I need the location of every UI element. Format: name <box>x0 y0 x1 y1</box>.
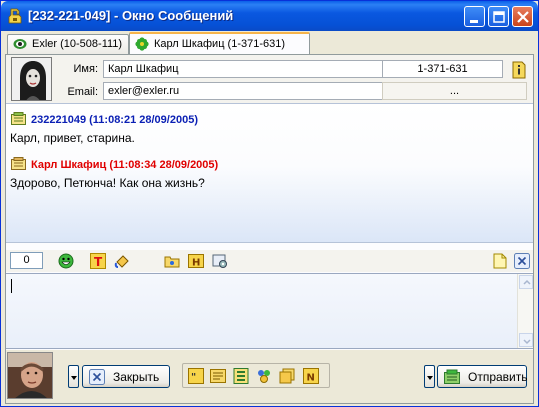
chevron-down-icon <box>523 339 531 345</box>
text-color-icon[interactable]: T <box>90 253 106 269</box>
message-text: Здорово, Петюнча! Как она жизнь? <box>10 176 205 190</box>
note-icon[interactable] <box>492 253 508 269</box>
tab-exler[interactable]: Exler (10-508-111) <box>7 34 129 54</box>
user-photo[interactable] <box>7 352 53 399</box>
quote-icon[interactable]: " <box>188 368 204 384</box>
message-header: Карл Шкафиц (11:08:34 28/09/2005) <box>11 157 218 171</box>
name-field[interactable]: Карл Шкафиц <box>103 60 383 78</box>
message-header: 232221049 (11:08:21 28/09/2005) <box>11 112 198 126</box>
send-icon <box>444 369 460 385</box>
message-icon <box>11 157 26 170</box>
app-icon <box>8 8 22 24</box>
book-icon[interactable] <box>279 368 295 384</box>
scroll-up-button[interactable] <box>519 275 533 289</box>
minimize-button[interactable] <box>464 6 485 27</box>
note-n-icon[interactable]: N <box>303 368 319 384</box>
close-window-button[interactable] <box>512 6 533 27</box>
name-label: Имя: <box>73 63 98 75</box>
email-field[interactable]: exler@exler.ru <box>103 82 383 100</box>
contact-info: Имя: Карл Шкафиц 1-371-631 Email: exler@… <box>6 55 533 103</box>
title-bar[interactable]: [232-221-049] - Окно Сообщений <box>1 1 538 31</box>
flower-icon <box>135 37 149 51</box>
close-small-icon[interactable] <box>514 253 530 269</box>
smiley-icon[interactable] <box>58 253 74 269</box>
send-button[interactable]: Отправить <box>437 365 528 388</box>
info-icon[interactable] <box>511 61 527 79</box>
message-text: Карл, привет, старина. <box>10 131 135 145</box>
svg-text:H: H <box>192 258 200 269</box>
window-title: [232-221-049] - Окно Сообщений <box>28 8 234 23</box>
bg-color-icon[interactable] <box>114 253 130 269</box>
close-icon <box>89 369 105 385</box>
action-bar: Закрыть " N Отправить <box>6 350 533 403</box>
extra-field: ... <box>382 82 527 100</box>
contacts-icon[interactable] <box>256 368 272 384</box>
char-counter: 0 <box>10 252 43 269</box>
send-options-dropdown[interactable] <box>424 365 435 388</box>
tab-karl[interactable]: Карл Шкафиц (1-371-631) <box>129 32 310 54</box>
svg-text:T: T <box>94 255 103 269</box>
history-icon[interactable]: H <box>188 253 204 269</box>
tab-label: Exler (10-508-111) <box>32 38 123 50</box>
tab-label: Карл Шкафиц (1-371-631) <box>154 38 286 50</box>
message-history[interactable]: 232221049 (11:08:21 28/09/2005) Карл, пр… <box>6 103 533 243</box>
email-label: Email: <box>67 86 98 98</box>
chevron-up-icon <box>523 279 531 285</box>
folder-icon[interactable] <box>164 253 180 269</box>
text-caret <box>11 279 12 293</box>
message-window: [232-221-049] - Окно Сообщений Exler (10… <box>0 0 539 407</box>
scroll-down-button[interactable] <box>519 333 533 347</box>
minimize-icon <box>470 20 478 23</box>
close-options-dropdown[interactable] <box>68 365 79 388</box>
chat-panel: Имя: Карл Шкафиц 1-371-631 Email: exler@… <box>5 54 534 404</box>
format-toolbar: 0 T H <box>6 250 533 272</box>
message-input[interactable] <box>6 273 533 349</box>
close-icon <box>517 11 529 23</box>
template-icon[interactable] <box>210 368 226 384</box>
message-icon <box>11 112 26 125</box>
settings-icon[interactable] <box>212 253 228 269</box>
quick-tools: " N <box>182 363 330 388</box>
close-button[interactable]: Закрыть <box>82 365 170 388</box>
send-label: Отправить <box>468 370 528 384</box>
close-label: Закрыть <box>113 370 160 384</box>
svg-text:": " <box>191 372 196 383</box>
maximize-icon <box>493 11 505 23</box>
maximize-button[interactable] <box>488 6 509 27</box>
list-icon[interactable] <box>233 368 249 384</box>
input-scrollbar[interactable] <box>517 274 533 348</box>
eye-icon <box>13 37 27 51</box>
uin-field[interactable]: 1-371-631 <box>382 60 503 78</box>
avatar[interactable] <box>11 57 52 101</box>
svg-text:N: N <box>307 373 315 384</box>
